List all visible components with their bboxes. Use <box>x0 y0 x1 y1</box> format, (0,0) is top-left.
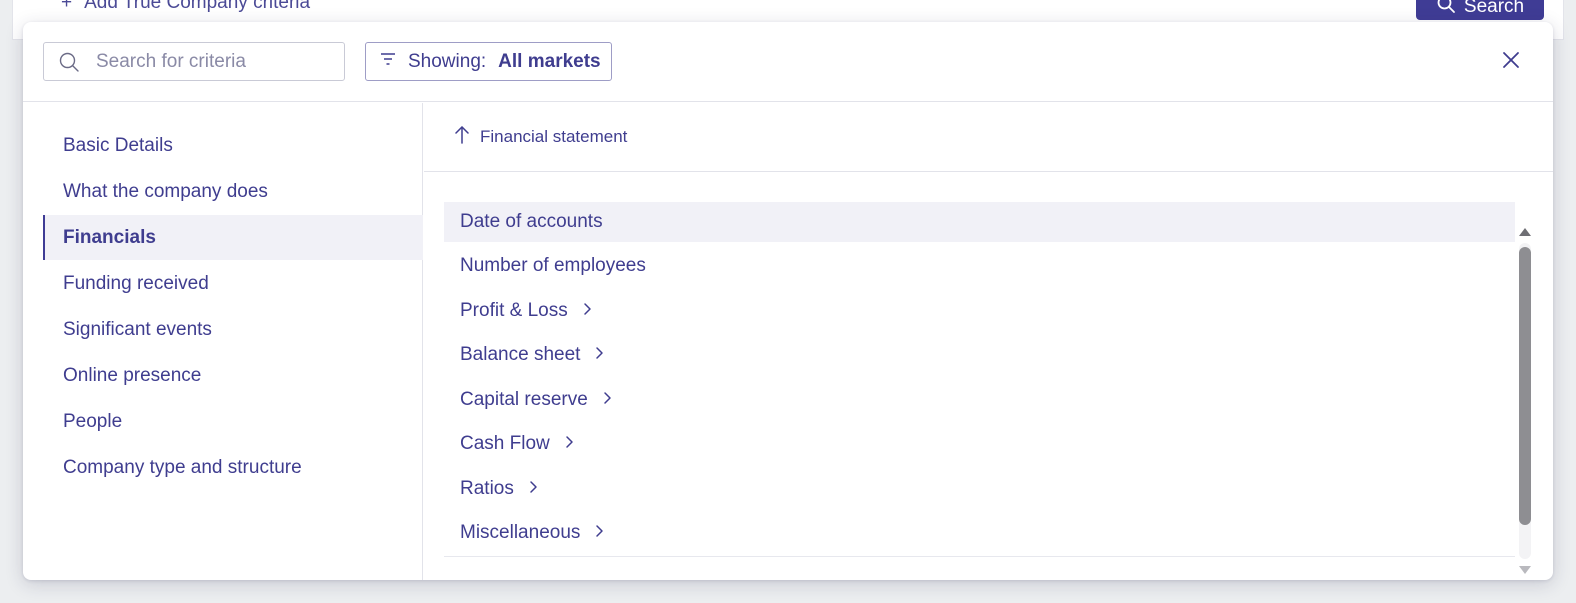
market-filter-button[interactable]: Showing: All markets <box>365 42 612 81</box>
list-item-label: Balance sheet <box>460 344 581 365</box>
sidebar-item-financials[interactable]: Financials <box>43 215 423 260</box>
list-item-profit-and-loss[interactable]: Profit & Loss <box>444 291 1515 331</box>
filter-value: All markets <box>498 50 601 72</box>
criteria-search-box[interactable] <box>43 42 345 81</box>
list-item-label: Miscellaneous <box>460 522 581 543</box>
criteria-category-sidebar: Basic Details What the company does Fina… <box>23 103 423 580</box>
list-item-date-of-accounts[interactable]: Date of accounts <box>444 202 1515 242</box>
breadcrumb-label: Financial statement <box>480 127 628 146</box>
add-criteria-button[interactable]: + Add True Company criteria <box>61 0 310 14</box>
sidebar-item-label: Funding received <box>63 272 209 294</box>
criteria-search-input[interactable] <box>94 49 324 74</box>
search-button[interactable]: Search <box>1416 0 1544 20</box>
scroll-up-arrow[interactable] <box>1518 227 1532 239</box>
scroll-down-arrow[interactable] <box>1518 565 1532 577</box>
sidebar-item-label: Company type and structure <box>63 456 302 478</box>
sidebar-item-label: Significant events <box>63 318 212 340</box>
triangle-down-icon <box>1518 562 1532 580</box>
list-item-label: Number of employees <box>460 255 646 276</box>
sidebar-item-basic-details[interactable]: Basic Details <box>43 123 423 168</box>
sidebar-item-significant-events[interactable]: Significant events <box>43 307 423 352</box>
filter-icon <box>378 51 398 73</box>
scrollbar-track[interactable] <box>1519 243 1531 559</box>
panel-header: Showing: All markets <box>23 22 1553 102</box>
criteria-picker-panel: Showing: All markets Basic Details What … <box>23 22 1553 580</box>
list-item-number-of-employees[interactable]: Number of employees <box>444 246 1515 286</box>
list-item-cash-flow[interactable]: Cash Flow <box>444 424 1515 464</box>
search-button-label: Search <box>1463 0 1525 17</box>
sidebar-item-funding-received[interactable]: Funding received <box>43 261 423 306</box>
chevron-right-icon <box>582 300 592 322</box>
sidebar-item-company-type-and-structure[interactable]: Company type and structure <box>43 445 423 490</box>
sidebar-item-label: Online presence <box>63 364 202 386</box>
chevron-right-icon <box>594 344 604 366</box>
search-icon <box>58 51 80 73</box>
close-button[interactable] <box>1499 50 1523 74</box>
add-criteria-label: Add True Company criteria <box>84 0 311 13</box>
list-item-label: Cash Flow <box>460 433 550 454</box>
breadcrumb[interactable]: Financial statement <box>424 103 1553 172</box>
arrow-up-icon <box>454 125 470 150</box>
close-icon <box>1502 51 1520 74</box>
search-icon <box>1436 0 1456 20</box>
sidebar-item-label: Basic Details <box>63 134 173 156</box>
criteria-list-panel: Financial statement Date of accounts Num… <box>424 103 1553 580</box>
criteria-list: Date of accounts Number of employees Pro… <box>444 202 1515 557</box>
triangle-up-icon <box>1518 224 1532 242</box>
list-item-ratios[interactable]: Ratios <box>444 469 1515 509</box>
list-item-miscellaneous[interactable]: Miscellaneous <box>444 513 1515 553</box>
scrollbar-thumb[interactable] <box>1519 247 1531 525</box>
filter-prefix: Showing: <box>408 50 487 72</box>
list-item-capital-reserve[interactable]: Capital reserve <box>444 380 1515 420</box>
sidebar-item-label: Financials <box>63 226 156 248</box>
list-item-balance-sheet[interactable]: Balance sheet <box>444 335 1515 375</box>
chevron-right-icon <box>528 478 538 500</box>
list-item-label: Capital reserve <box>460 389 588 410</box>
chevron-right-icon <box>564 433 574 455</box>
list-item-label: Ratios <box>460 478 514 499</box>
sidebar-item-what-the-company-does[interactable]: What the company does <box>43 169 423 214</box>
sidebar-item-label: What the company does <box>63 180 268 202</box>
sidebar-item-online-presence[interactable]: Online presence <box>43 353 423 398</box>
list-item-label: Profit & Loss <box>460 300 568 321</box>
chevron-right-icon <box>602 389 612 411</box>
plus-icon: + <box>61 0 73 13</box>
sidebar-item-people[interactable]: People <box>43 399 423 444</box>
chevron-right-icon <box>594 522 604 544</box>
sidebar-item-label: People <box>63 410 123 432</box>
list-item-label: Date of accounts <box>460 211 603 232</box>
